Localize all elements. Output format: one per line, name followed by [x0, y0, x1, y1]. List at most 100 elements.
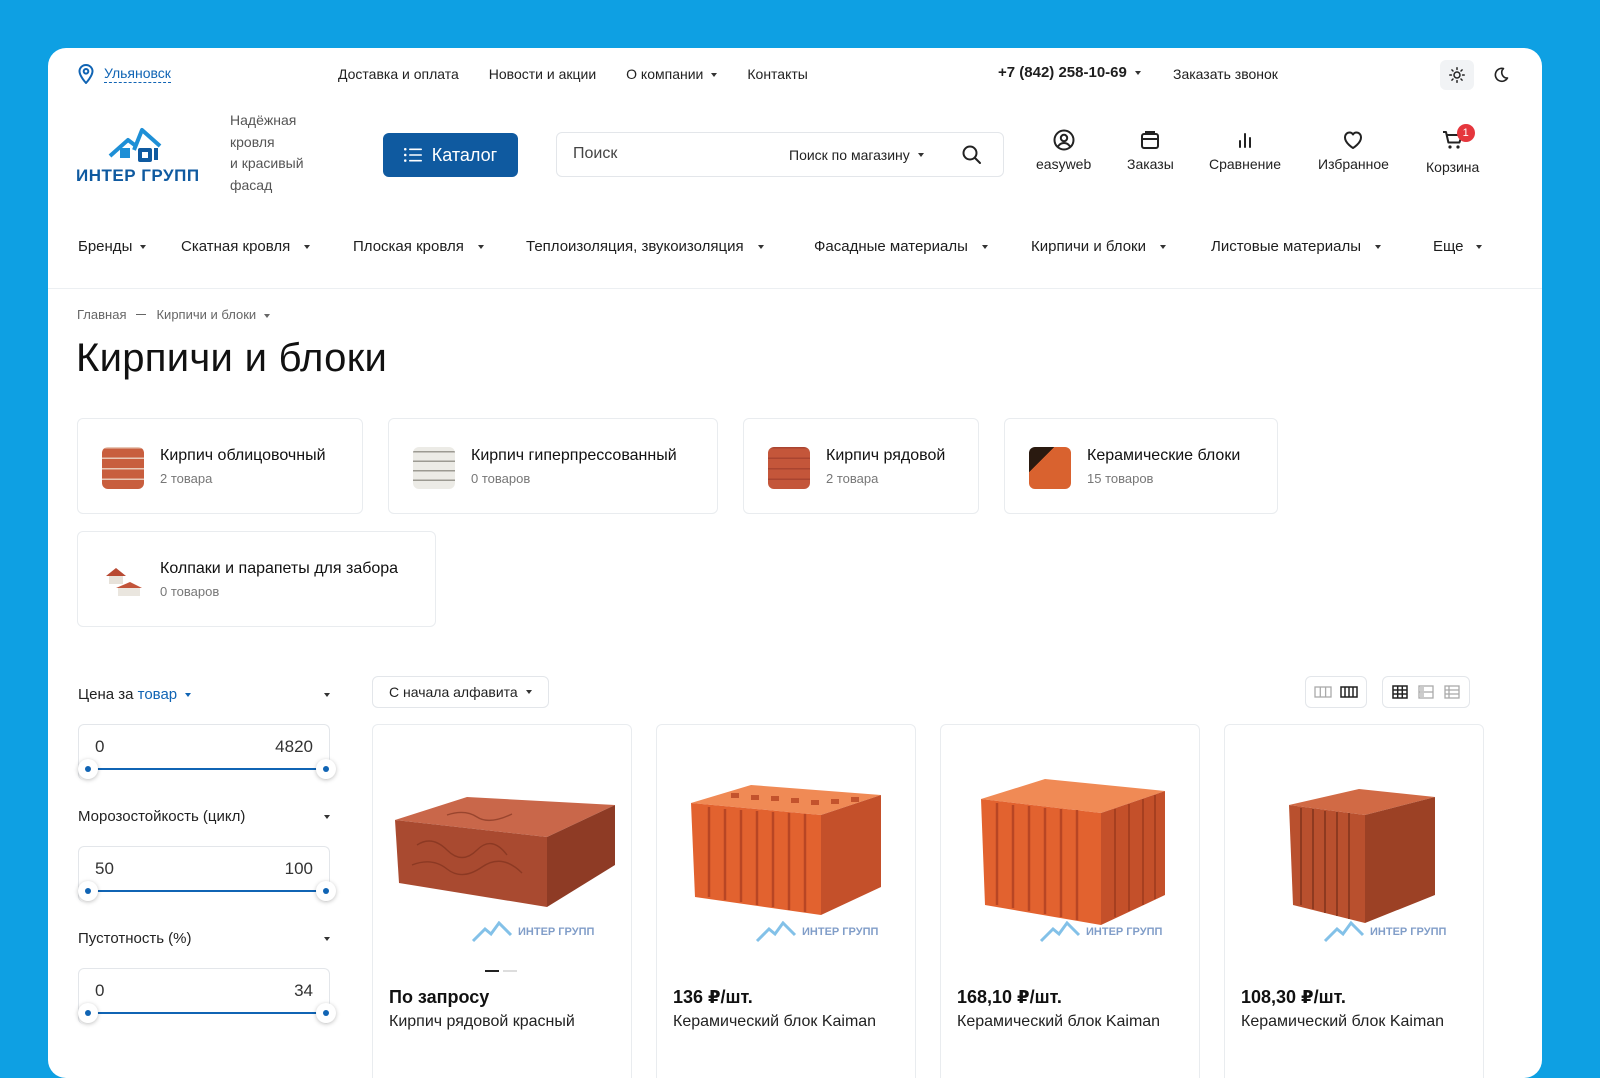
- watermark-text: ИНТЕР ГРУПП: [802, 926, 879, 938]
- callback-link[interactable]: Заказать звонок: [1173, 66, 1278, 82]
- price-slider-max-handle[interactable]: [316, 759, 336, 779]
- catnav-facade[interactable]: Фасадные материалы: [814, 238, 988, 255]
- filter-frost-header[interactable]: Морозостойкость (цикл): [78, 808, 330, 825]
- filter-price-header[interactable]: Цена за товар: [78, 686, 330, 703]
- subcategory-card[interactable]: Керамические блоки 15 товаров: [1004, 418, 1278, 514]
- chevron-down-icon: [525, 690, 532, 694]
- search-scope-label: Поиск по магазину: [789, 147, 910, 163]
- subcategory-name: Кирпич рядовой: [826, 447, 946, 464]
- light-theme-button[interactable]: [1440, 60, 1474, 90]
- price-min-input[interactable]: 0: [95, 737, 104, 757]
- table-view-icon[interactable]: [1443, 685, 1461, 699]
- header-compare[interactable]: Сравнение: [1209, 128, 1281, 172]
- nav-about[interactable]: О компании: [626, 66, 718, 82]
- nav-news[interactable]: Новости и акции: [489, 66, 596, 82]
- ordinary-brick-thumbnail: [768, 447, 810, 489]
- subcategory-count: 2 товара: [160, 471, 213, 486]
- frost-slider-min-handle[interactable]: [78, 881, 98, 901]
- image-pager[interactable]: [485, 970, 517, 972]
- slogan-line: кровля: [230, 133, 275, 150]
- filter-hollowness-header[interactable]: Пустотность (%): [78, 930, 330, 947]
- compare-label: Сравнение: [1209, 156, 1281, 172]
- search-icon[interactable]: [961, 144, 983, 166]
- hollowness-slider-min-handle[interactable]: [78, 1003, 98, 1023]
- breadcrumb-current[interactable]: Кирпичи и блоки: [156, 307, 271, 322]
- city-selector[interactable]: Ульяновск: [78, 64, 171, 84]
- price-max-input[interactable]: 4820: [275, 737, 313, 757]
- price-slider-track[interactable]: [88, 768, 326, 770]
- header-cart[interactable]: 1 Корзина: [1426, 124, 1480, 175]
- phone-number[interactable]: +7 (842) 258-10-69: [998, 64, 1141, 81]
- catnav-insulation[interactable]: Теплоизоляция, звукоизоляция: [526, 238, 764, 255]
- hollowness-slider-track[interactable]: [88, 1012, 326, 1014]
- watermark-text: ИНТЕР ГРУПП: [1086, 926, 1163, 938]
- sun-icon: [1449, 67, 1465, 83]
- logo-house-icon: [1323, 921, 1365, 943]
- frost-slider-track[interactable]: [88, 890, 326, 892]
- account-label: easyweb: [1036, 156, 1092, 172]
- hollowness-slider-max-handle[interactable]: [316, 1003, 336, 1023]
- catnav-bricks[interactable]: Кирпичи и блоки: [1031, 238, 1166, 255]
- three-columns-icon[interactable]: [1314, 685, 1332, 699]
- product-card[interactable]: ИНТЕР ГРУПП 168,10 ₽/шт. Керамический бл…: [940, 724, 1200, 1078]
- dark-theme-button[interactable]: [1488, 62, 1514, 88]
- frost-slider-max-handle[interactable]: [316, 881, 336, 901]
- catnav-label: Еще: [1433, 238, 1464, 255]
- nav-delivery[interactable]: Доставка и оплата: [338, 66, 459, 82]
- chevron-down-icon: [324, 692, 330, 697]
- catnav-pitched-roof[interactable]: Скатная кровля: [181, 238, 311, 255]
- subcategory-card[interactable]: Кирпич рядовой 2 товара: [743, 418, 979, 514]
- grid-view-icon[interactable]: [1391, 685, 1409, 699]
- list-view-icon[interactable]: [1417, 685, 1435, 699]
- slogan-line: фасад: [230, 176, 273, 193]
- subcategory-card[interactable]: Кирпич облицовочный 2 товара: [77, 418, 363, 514]
- subcategory-card[interactable]: Колпаки и парапеты для забора 0 товаров: [77, 531, 436, 627]
- catnav-more[interactable]: Еще: [1433, 238, 1482, 255]
- logo-text: ИНТЕР ГРУПП: [76, 166, 200, 185]
- chevron-down-icon: [324, 936, 330, 941]
- page-title: Кирпичи и блоки: [76, 336, 388, 380]
- phone-label: +7 (842) 258-10-69: [998, 64, 1127, 81]
- site-logo[interactable]: ИНТЕР ГРУПП: [76, 126, 202, 186]
- sort-label: С начала алфавита: [389, 684, 518, 700]
- product-price: 136 ₽/шт.: [673, 987, 753, 1007]
- product-card[interactable]: ИНТЕР ГРУПП 136 ₽/шт. Керамический блок …: [656, 724, 916, 1078]
- hollowness-min-input[interactable]: 0: [95, 981, 104, 1001]
- breadcrumb-home[interactable]: Главная: [77, 307, 126, 322]
- price-unit-select[interactable]: товар: [138, 686, 178, 703]
- frost-min-input[interactable]: 50: [95, 859, 114, 879]
- header-orders[interactable]: Заказы: [1127, 128, 1174, 172]
- orders-label: Заказы: [1127, 156, 1174, 172]
- subcategory-card[interactable]: Кирпич гиперпрессованный 0 товаров: [388, 418, 718, 514]
- product-name[interactable]: Керамический блок Kaiman: [1241, 1013, 1444, 1031]
- price-slider-min-handle[interactable]: [78, 759, 98, 779]
- city-name[interactable]: Ульяновск: [104, 65, 171, 83]
- view-mode-toggle-group: [1382, 676, 1470, 708]
- product-card[interactable]: ИНТЕР ГРУПП По запросу Кирпич рядовой кр…: [372, 724, 632, 1078]
- cart-label: Корзина: [1426, 159, 1480, 175]
- search-input[interactable]: [573, 145, 773, 163]
- watermark-text: ИНТЕР ГРУПП: [1370, 926, 1447, 938]
- pager-dot[interactable]: [503, 970, 517, 972]
- catnav-brands[interactable]: Бренды: [78, 238, 147, 255]
- catnav-sheet[interactable]: Листовые материалы: [1211, 238, 1381, 255]
- four-columns-icon[interactable]: [1340, 685, 1358, 699]
- catalog-button[interactable]: Каталог: [383, 133, 518, 177]
- product-card[interactable]: ИНТЕР ГРУПП 108,30 ₽/шт. Керамический бл…: [1224, 724, 1484, 1078]
- search-scope-select[interactable]: Поиск по магазину: [789, 147, 924, 163]
- hollowness-max-input[interactable]: 34: [294, 981, 313, 1001]
- catnav-flat-roof[interactable]: Плоская кровля: [353, 238, 484, 255]
- frost-max-input[interactable]: 100: [285, 859, 313, 879]
- header-divider: [48, 288, 1542, 289]
- chevron-down-icon: [711, 73, 718, 78]
- pager-dot[interactable]: [485, 970, 499, 972]
- nav-contacts[interactable]: Контакты: [747, 66, 807, 82]
- header-favorites[interactable]: Избранное: [1318, 128, 1389, 172]
- sort-select[interactable]: С начала алфавита: [372, 676, 549, 708]
- chevron-down-icon: [1134, 70, 1141, 75]
- product-name[interactable]: Керамический блок Kaiman: [673, 1013, 876, 1031]
- header-account[interactable]: easyweb: [1036, 128, 1091, 172]
- product-name[interactable]: Керамический блок Kaiman: [957, 1013, 1160, 1031]
- watermark-text: ИНТЕР ГРУПП: [518, 926, 595, 938]
- product-name[interactable]: Кирпич рядовой красный: [389, 1013, 575, 1031]
